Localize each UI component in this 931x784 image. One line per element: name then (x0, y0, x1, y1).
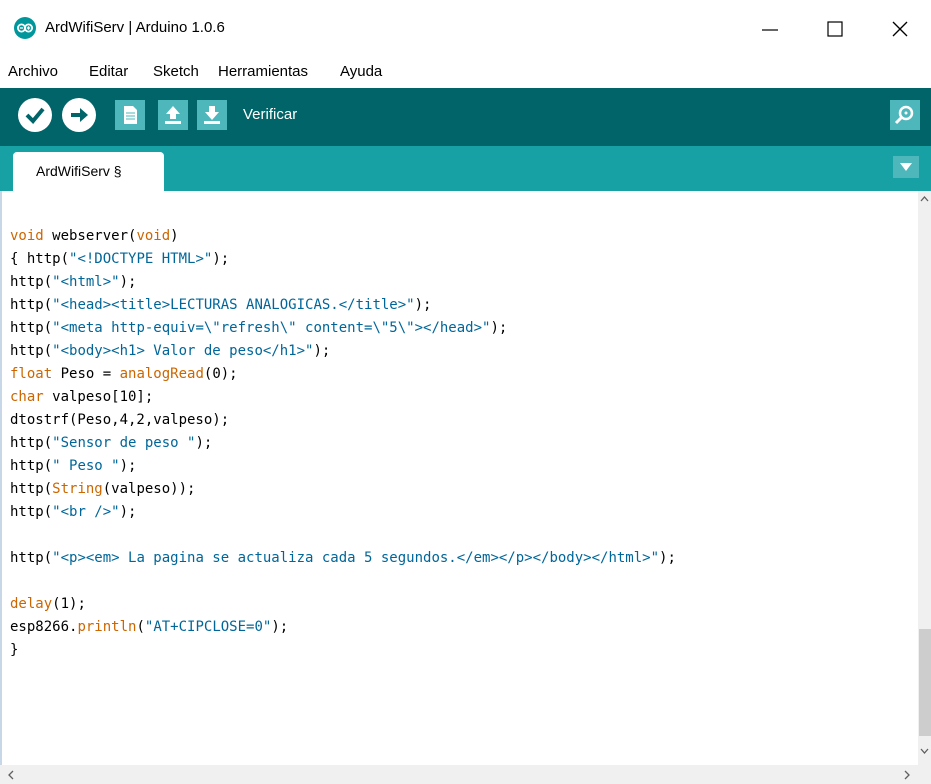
maximize-icon (827, 21, 843, 37)
code-line[interactable]: http("<body><h1> Valor de peso</h1>"); (10, 340, 915, 363)
verify-icon (25, 107, 45, 124)
maximize-button[interactable] (812, 10, 858, 46)
code-line[interactable]: http(String(valpeso)); (10, 478, 915, 501)
tab-ardwifiserv[interactable]: ArdWifiServ § (13, 152, 164, 191)
scroll-up-icon[interactable] (918, 191, 931, 207)
code-line[interactable]: http("<meta http-equiv=\"refresh\" conte… (10, 317, 915, 340)
code-content[interactable]: void webserver(void){ http("<!DOCTYPE HT… (10, 225, 915, 662)
new-file-icon (124, 106, 137, 124)
magnifier-icon (894, 105, 914, 125)
code-line[interactable]: http("<p><em> La pagina se actualiza cad… (10, 547, 915, 570)
upload-button[interactable] (62, 98, 96, 132)
tab-menu-button[interactable] (893, 156, 919, 178)
code-line[interactable]: char valpeso[10]; (10, 386, 915, 409)
tab-bar: ArdWifiServ § (0, 146, 931, 191)
triangle-down-icon (900, 163, 912, 171)
menu-archivo[interactable]: Archivo (8, 62, 58, 82)
code-line[interactable] (10, 570, 915, 593)
save-icon (204, 106, 220, 124)
code-line[interactable]: float Peso = analogRead(0); (10, 363, 915, 386)
tab-label: ArdWifiServ § (36, 163, 122, 179)
code-line[interactable]: delay(1); (10, 593, 915, 616)
close-button[interactable] (877, 10, 923, 46)
upload-icon (71, 108, 88, 122)
vertical-scrollbar[interactable] (918, 191, 931, 765)
code-line[interactable]: http("<br />"); (10, 501, 915, 524)
serial-monitor-button[interactable] (890, 100, 920, 130)
code-line[interactable]: void webserver(void) (10, 225, 915, 248)
vertical-scroll-thumb[interactable] (919, 629, 931, 736)
menu-bar: Archivo Editar Sketch Herramientas Ayuda (0, 56, 931, 88)
code-line[interactable]: esp8266.println("AT+CIPCLOSE=0"); (10, 616, 915, 639)
code-line[interactable]: http("<html>"); (10, 271, 915, 294)
title-bar: ArdWifiServ | Arduino 1.0.6 (0, 0, 931, 56)
code-line[interactable]: http("<head><title>LECTURAS ANALOGICAS.<… (10, 294, 915, 317)
open-button[interactable] (158, 100, 188, 130)
verify-button[interactable] (18, 98, 52, 132)
menu-sketch[interactable]: Sketch (153, 62, 199, 82)
close-icon (892, 21, 908, 37)
save-button[interactable] (197, 100, 227, 130)
code-line[interactable]: { http("<!DOCTYPE HTML>"); (10, 248, 915, 271)
scroll-left-icon[interactable] (4, 767, 18, 783)
menu-ayuda[interactable]: Ayuda (340, 62, 382, 82)
scroll-down-icon[interactable] (918, 743, 931, 759)
scroll-right-icon[interactable] (900, 767, 914, 783)
code-line[interactable] (10, 524, 915, 547)
window-title: ArdWifiServ | Arduino 1.0.6 (45, 19, 225, 36)
open-icon (165, 106, 181, 124)
arduino-logo-icon (14, 17, 36, 39)
horizontal-scrollbar[interactable] (0, 765, 931, 784)
toolbar: Verificar (0, 88, 931, 146)
menu-editar[interactable]: Editar (89, 62, 128, 82)
new-file-button[interactable] (115, 100, 145, 130)
minimize-button[interactable] (747, 10, 793, 46)
code-line[interactable]: dtostrf(Peso,4,2,valpeso); (10, 409, 915, 432)
minimize-icon (762, 29, 778, 31)
toolbar-hint: Verificar (243, 106, 298, 123)
code-line[interactable]: http(" Peso "); (10, 455, 915, 478)
code-editor[interactable]: void webserver(void){ http("<!DOCTYPE HT… (0, 191, 918, 765)
code-line[interactable]: http("Sensor de peso "); (10, 432, 915, 455)
menu-herramientas[interactable]: Herramientas (218, 62, 308, 82)
code-line[interactable]: } (10, 639, 915, 662)
